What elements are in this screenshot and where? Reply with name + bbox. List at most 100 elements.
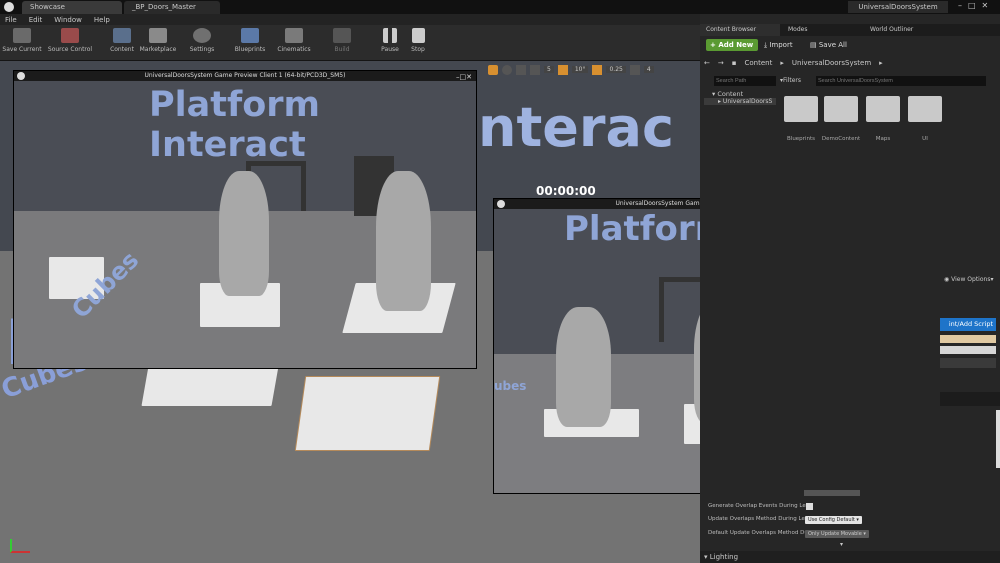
overlap-events-checkbox[interactable] bbox=[806, 503, 813, 510]
client-2-character-1 bbox=[556, 307, 611, 427]
blueprints-label: Blueprints bbox=[234, 46, 266, 53]
unreal-logo-icon bbox=[4, 2, 14, 12]
tab-modes-label: Modes bbox=[788, 26, 808, 33]
folder-ui[interactable]: UI bbox=[900, 96, 950, 142]
add-script-button[interactable]: int/Add Script bbox=[940, 318, 996, 331]
gear-icon bbox=[193, 28, 211, 43]
client-1-title-bar[interactable]: UniversalDoorsSystem Game Preview Client… bbox=[14, 71, 476, 81]
translate-icon[interactable] bbox=[488, 64, 498, 75]
search-paths-input[interactable] bbox=[714, 76, 776, 86]
client-1-title: UniversalDoorsSystem Game Preview Client… bbox=[144, 72, 346, 79]
client-1-character-2 bbox=[376, 171, 431, 311]
breadcrumb-content[interactable]: Content bbox=[745, 57, 773, 69]
folder-icon: ▪ bbox=[731, 59, 737, 67]
default-update-overlaps-value: Only Update Movable bbox=[808, 531, 862, 537]
update-overlaps-dropdown[interactable]: Use Config Default ▾ bbox=[805, 516, 862, 524]
filters-button[interactable]: ▾Filters bbox=[780, 76, 801, 86]
tab-modes[interactable]: Modes bbox=[782, 24, 862, 36]
settings-label: Settings bbox=[189, 46, 215, 53]
menu-file[interactable]: File bbox=[5, 16, 17, 24]
breadcrumb-arrow-icon[interactable]: ▸ bbox=[879, 57, 883, 69]
property-label: Default Update Overlaps Method Du bbox=[708, 530, 808, 536]
build-button[interactable]: Build bbox=[320, 28, 364, 53]
search-input[interactable] bbox=[816, 76, 986, 86]
details-name-field[interactable] bbox=[940, 335, 996, 343]
build-icon bbox=[333, 28, 351, 43]
default-update-overlaps-dropdown[interactable]: Only Update Movable ▾ bbox=[805, 530, 869, 538]
folder-icon bbox=[866, 96, 900, 122]
scale-snap-icon[interactable] bbox=[592, 64, 603, 75]
scale-icon[interactable] bbox=[516, 64, 526, 75]
grid-snap-icon[interactable] bbox=[530, 64, 540, 75]
cinematics-button[interactable]: Cinematics bbox=[272, 28, 316, 53]
tab-world-outliner[interactable]: World Outliner bbox=[864, 24, 944, 36]
details-top-value bbox=[804, 490, 860, 496]
camera-speed-value[interactable]: 4 bbox=[643, 66, 654, 73]
view-options-button[interactable]: ◉ View Options▾ bbox=[944, 276, 993, 283]
property-label: Generate Overlap Events During Lev bbox=[708, 503, 810, 509]
tree-item-universaldoors-label: UniversalDoorsS bbox=[722, 98, 773, 105]
breadcrumb-universaldoorssystem[interactable]: UniversalDoorsSystem bbox=[792, 57, 871, 69]
tree-item-content[interactable]: ▾ Content bbox=[704, 90, 776, 98]
add-new-button[interactable]: + Add New bbox=[706, 39, 758, 51]
update-overlaps-value: Use Config Default bbox=[808, 517, 855, 523]
scene-cube-1 bbox=[141, 366, 279, 406]
content-label: Content bbox=[110, 46, 134, 53]
blueprints-icon bbox=[241, 28, 259, 43]
tab-showcase[interactable]: Showcase bbox=[22, 1, 122, 14]
tree-item-content-label: Content bbox=[717, 90, 744, 98]
grid-snap-value[interactable]: 5 bbox=[544, 66, 554, 73]
import-label: Import bbox=[769, 41, 793, 49]
axis-gizmo-icon bbox=[10, 539, 30, 553]
client-1-character-1 bbox=[219, 171, 269, 296]
window-controls[interactable]: –□✕ bbox=[958, 1, 994, 10]
tab-content-browser[interactable]: Content Browser bbox=[700, 24, 780, 36]
rotate-icon[interactable] bbox=[502, 64, 512, 75]
marketplace-button[interactable]: Marketplace bbox=[136, 28, 180, 53]
viewport-controls[interactable]: 5 10° 0.25 4 bbox=[488, 63, 688, 76]
game-preview-client-1[interactable]: UniversalDoorsSystem Game Preview Client… bbox=[13, 70, 477, 369]
lighting-section-header[interactable]: ▾ Lighting bbox=[700, 551, 1000, 563]
client-2-letters: ubes bbox=[494, 379, 527, 393]
source-control-icon bbox=[61, 28, 79, 43]
stop-button[interactable]: Stop bbox=[396, 28, 440, 53]
tab-world-outliner-label: World Outliner bbox=[870, 26, 914, 33]
property-label: Update Overlaps Method During Lev bbox=[708, 516, 809, 522]
details-search-field[interactable] bbox=[940, 346, 996, 354]
save-icon bbox=[13, 28, 31, 43]
title-tab-bar: Showcase _BP_Doors_Master UniversalDoors… bbox=[0, 0, 1000, 14]
folder-ui-label: UI bbox=[922, 136, 928, 142]
folder-icon bbox=[908, 96, 942, 122]
unreal-logo-icon bbox=[17, 72, 25, 80]
forward-icon[interactable]: → bbox=[718, 57, 724, 69]
menu-window[interactable]: Window bbox=[54, 16, 82, 24]
scale-snap-value[interactable]: 0.25 bbox=[606, 66, 626, 73]
build-label: Build bbox=[334, 46, 350, 53]
tab-content-browser-label: Content Browser bbox=[706, 26, 757, 33]
property-row-default-update-overlaps: Default Update Overlaps Method Du Only U… bbox=[708, 530, 998, 540]
details-scrollbar[interactable] bbox=[996, 410, 1000, 468]
camera-speed-icon[interactable] bbox=[629, 64, 640, 75]
content-icon bbox=[113, 28, 131, 43]
rotation-snap-icon[interactable] bbox=[557, 64, 568, 75]
folder-icon bbox=[824, 96, 858, 122]
rotation-snap-value[interactable]: 10° bbox=[571, 66, 589, 73]
breadcrumb: ← → ▪ Content ▸ UniversalDoorsSystem ▸ bbox=[704, 57, 996, 69]
expand-advanced-icon[interactable]: ▾ bbox=[840, 541, 843, 548]
tab-bp-doors-master[interactable]: _BP_Doors_Master bbox=[124, 1, 220, 14]
source-control-button[interactable]: Source Control bbox=[44, 28, 96, 53]
save-current-label: Save Current bbox=[2, 46, 42, 53]
menu-edit[interactable]: Edit bbox=[29, 16, 43, 24]
menu-help[interactable]: Help bbox=[94, 16, 110, 24]
menu-bar: File Edit Window Help bbox=[0, 14, 700, 25]
back-icon[interactable]: ← bbox=[704, 57, 710, 69]
add-new-label: Add New bbox=[718, 41, 754, 49]
folder-icon bbox=[784, 96, 818, 122]
settings-button[interactable]: Settings bbox=[180, 28, 224, 53]
blueprints-button[interactable]: Blueprints bbox=[228, 28, 272, 53]
tree-item-universaldoors[interactable]: ▸ UniversalDoorsS bbox=[704, 98, 776, 105]
lighting-section-label: Lighting bbox=[709, 553, 739, 561]
save-all-button[interactable]: ▤ Save All bbox=[810, 39, 847, 51]
save-current-button[interactable]: Save Current bbox=[0, 28, 44, 53]
import-button[interactable]: ⤓ Import bbox=[764, 39, 793, 51]
